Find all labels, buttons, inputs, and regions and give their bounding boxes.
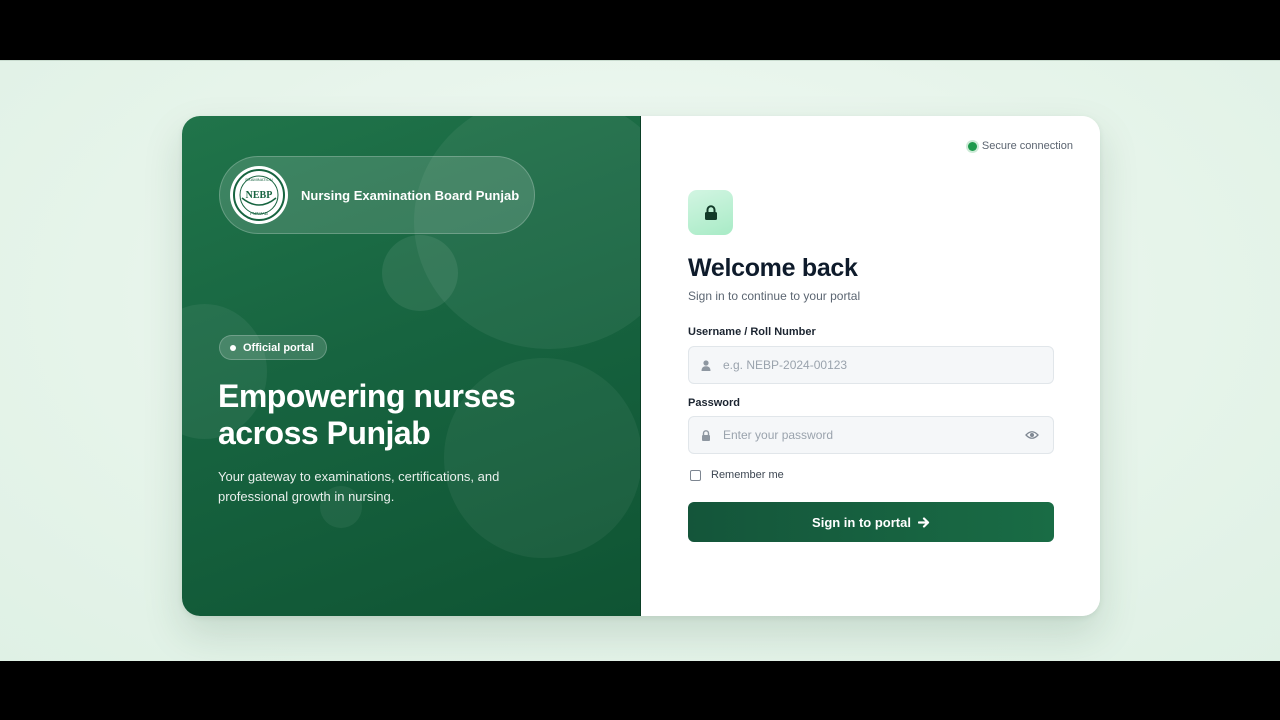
badge-dot (230, 344, 236, 351)
hero-headline: Empowering nurses across Punjab (218, 378, 618, 452)
lock-icon (704, 204, 717, 220)
welcome-title: Welcome back (688, 254, 858, 282)
lock-tile (688, 190, 733, 235)
username-input[interactable] (723, 347, 1053, 383)
secure-status-dot (967, 141, 977, 151)
decor-circle (382, 235, 458, 311)
hero-panel: NEBP EXAMINATION PUNJAB Nursing Examinat… (182, 116, 641, 616)
login-card: NEBP EXAMINATION PUNJAB Nursing Examinat… (182, 116, 1100, 616)
headline-line-1: Empowering nurses (218, 378, 516, 414)
remember-me[interactable]: Remember me (690, 469, 784, 481)
nebp-seal-icon: NEBP EXAMINATION PUNJAB (233, 169, 285, 221)
svg-text:NEBP: NEBP (246, 190, 273, 201)
login-panel: Secure connection Welcome back Sign in t… (641, 116, 1100, 616)
username-label: Username / Roll Number (688, 326, 816, 338)
svg-text:EXAMINATION: EXAMINATION (245, 177, 272, 182)
svg-text:PUNJAB: PUNJAB (250, 211, 268, 216)
arrow-right-icon (917, 516, 930, 528)
password-input[interactable] (723, 417, 1024, 453)
headline-line-2: across Punjab (218, 415, 431, 451)
password-field[interactable] (688, 416, 1054, 454)
remember-label: Remember me (711, 469, 784, 481)
user-icon (699, 358, 713, 372)
letterbox-top (0, 0, 1280, 60)
official-badge: Official portal (219, 335, 327, 360)
lock-icon (699, 428, 713, 442)
password-label: Password (688, 397, 740, 409)
welcome-subtitle: Sign in to continue to your portal (688, 289, 861, 303)
sign-in-button[interactable]: Sign in to portal (688, 502, 1054, 542)
brand-logo: NEBP EXAMINATION PUNJAB (230, 166, 288, 224)
eye-icon[interactable] (1024, 427, 1040, 443)
letterbox-bottom (0, 661, 1280, 720)
brand-name: Nursing Examination Board Punjab (301, 187, 520, 203)
secure-connection: Secure connection (967, 140, 1073, 152)
page-background: NEBP EXAMINATION PUNJAB Nursing Examinat… (0, 60, 1280, 661)
sign-in-button-label: Sign in to portal (812, 514, 911, 530)
official-badge-label: Official portal (243, 341, 314, 354)
brand-pill: NEBP EXAMINATION PUNJAB Nursing Examinat… (219, 156, 535, 234)
username-field[interactable] (688, 346, 1054, 384)
remember-checkbox[interactable] (690, 469, 701, 481)
secure-connection-label: Secure connection (981, 140, 1073, 152)
hero-tagline: Your gateway to examinations, certificat… (218, 469, 500, 504)
